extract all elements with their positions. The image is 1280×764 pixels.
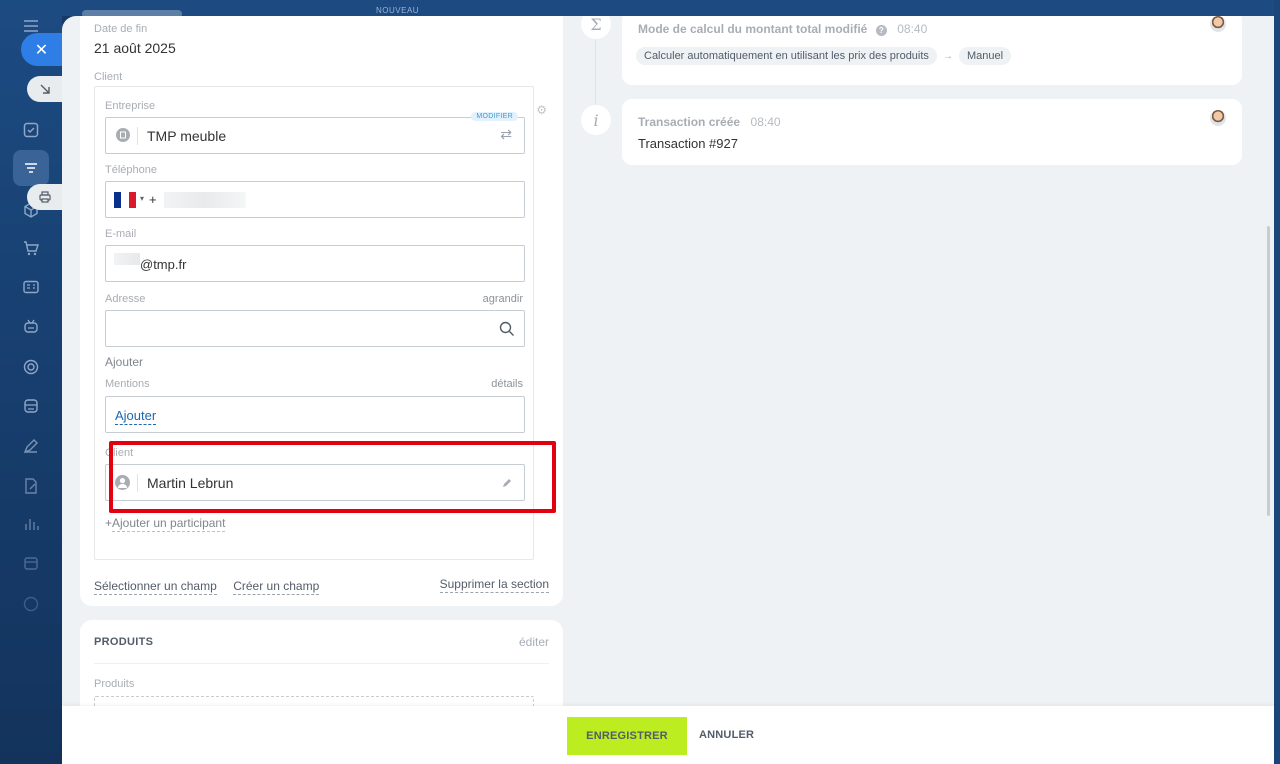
edit-doc-icon[interactable]	[21, 476, 41, 496]
new-badge: NOUVEAU	[376, 6, 420, 15]
right-edge	[1274, 0, 1280, 764]
products-divider	[94, 663, 549, 664]
mentions-add-link[interactable]: Ajouter	[115, 408, 157, 425]
phone-label: Téléphone	[105, 164, 157, 176]
chart-icon[interactable]	[21, 514, 41, 534]
france-flag-icon[interactable]	[114, 192, 136, 208]
phone-number-redacted	[164, 192, 246, 208]
company-divider	[137, 127, 138, 145]
address-label: Adresse	[105, 293, 146, 305]
end-date-label: Date de fin	[94, 23, 148, 35]
timeline-card-header: Mode de calcul du montant total modifié …	[638, 20, 927, 38]
timeline-time: 08:40	[750, 115, 781, 129]
target-icon[interactable]	[21, 357, 41, 377]
avatar[interactable]	[1210, 110, 1226, 126]
gear-icon[interactable]: ⚙	[536, 103, 547, 117]
timeline-card-header: Transaction créée 08:40	[638, 113, 781, 131]
previous-mode-chip: Calculer automatiquement en utilisant le…	[636, 47, 937, 65]
calendar-icon[interactable]	[21, 553, 41, 573]
deal-slider-panel: Date de fin 21 août 2025 Client Entrepri…	[62, 16, 1274, 764]
mentions-details-link[interactable]: détails	[491, 378, 523, 390]
close-icon: ✕	[34, 41, 49, 59]
scrollbar[interactable]	[1267, 226, 1270, 516]
avatar[interactable]	[1210, 16, 1226, 32]
company-field[interactable]: MODIFIER TMP meuble ⇄	[105, 112, 525, 154]
search-icon[interactable]	[499, 321, 515, 337]
mentions-field[interactable]: Ajouter	[105, 396, 525, 433]
bottom-action-bar: ENREGISTRER ANNULER	[62, 706, 1274, 764]
address-expand-link[interactable]: agrandir	[483, 293, 523, 305]
client-section-card: Date de fin 21 août 2025 Client Entrepri…	[80, 16, 563, 606]
timeline-title: Transaction créée	[638, 115, 741, 129]
info-icon: i	[581, 105, 611, 135]
timeline-title: Mode de calcul du montant total modifié	[638, 22, 868, 36]
highlight-box	[109, 441, 556, 513]
filter-icon[interactable]	[21, 158, 41, 178]
top-bar: NOUVEAU	[62, 0, 1280, 18]
company-label: Entreprise	[105, 100, 156, 112]
delete-section-link[interactable]: Supprimer la section	[439, 577, 549, 593]
cancel-button[interactable]: ANNULER	[699, 729, 754, 741]
print-button[interactable]	[27, 184, 62, 210]
arrow-right-icon: →	[942, 50, 953, 62]
add-participant-link[interactable]: +Ajouter un participant	[105, 516, 226, 532]
swap-icon[interactable]: ⇄	[500, 126, 512, 143]
address-field[interactable]	[105, 310, 525, 347]
products-title: PRODUITS	[94, 636, 154, 648]
circle-icon[interactable]	[21, 594, 41, 614]
close-slider-button[interactable]: ✕	[21, 33, 62, 66]
cart-icon[interactable]	[21, 238, 41, 258]
select-field-link[interactable]: Sélectionner un champ	[94, 579, 217, 595]
company-name: TMP meuble	[147, 128, 227, 144]
sigma-icon: Σ	[581, 16, 611, 39]
contact-card-icon[interactable]	[21, 277, 41, 297]
arrow-down-right-icon	[40, 84, 50, 94]
phone-prefix: +	[149, 192, 157, 207]
products-label: Produits	[94, 678, 135, 690]
new-mode-chip: Manuel	[958, 47, 1012, 65]
products-edit-link[interactable]: éditer	[519, 635, 549, 649]
transaction-text: Transaction #927	[638, 136, 738, 151]
email-user-redacted	[114, 253, 140, 265]
phone-field[interactable]: ▾ +	[105, 181, 525, 218]
mentions-label: Mentions	[105, 378, 150, 390]
printer-icon	[38, 191, 51, 203]
company-icon	[116, 128, 130, 142]
help-icon[interactable]: ?	[875, 25, 887, 36]
email-domain: @tmp.fr	[140, 257, 187, 272]
email-field[interactable]: @tmp.fr	[105, 245, 525, 282]
checkbox-icon[interactable]	[21, 120, 41, 140]
email-label: E-mail	[105, 228, 137, 240]
timeline-time: 08:40	[897, 22, 928, 36]
end-date-value[interactable]: 21 août 2025	[94, 40, 176, 56]
left-sidebar	[0, 0, 62, 764]
save-button[interactable]: ENREGISTRER	[567, 717, 687, 755]
calc-mode-change: Calculer automatiquement en utilisant le…	[636, 47, 1012, 65]
create-field-link[interactable]: Créer un champ	[233, 579, 320, 595]
company-modify-badge[interactable]: MODIFIER	[471, 112, 518, 121]
store-icon[interactable]	[21, 396, 41, 416]
address-add-link[interactable]: Ajouter	[105, 355, 143, 369]
robot-icon[interactable]	[21, 316, 41, 336]
timeline-card-calc-mode: Mode de calcul du montant total modifié …	[622, 16, 1242, 85]
add-participant-label: Ajouter un participant	[112, 516, 226, 532]
minimize-button[interactable]	[27, 76, 62, 102]
client-section-label: Client	[94, 71, 123, 83]
deal-details-column: Date de fin 21 août 2025 Client Entrepri…	[80, 16, 563, 760]
section-footer-links: Sélectionner un champ Créer un champ	[94, 577, 320, 595]
timeline-card-created: Transaction créée 08:40 Transaction #927	[622, 99, 1242, 165]
plus-icon: +	[105, 516, 113, 530]
country-chevron-icon[interactable]: ▾	[140, 194, 144, 203]
pen-icon[interactable]	[21, 436, 41, 456]
